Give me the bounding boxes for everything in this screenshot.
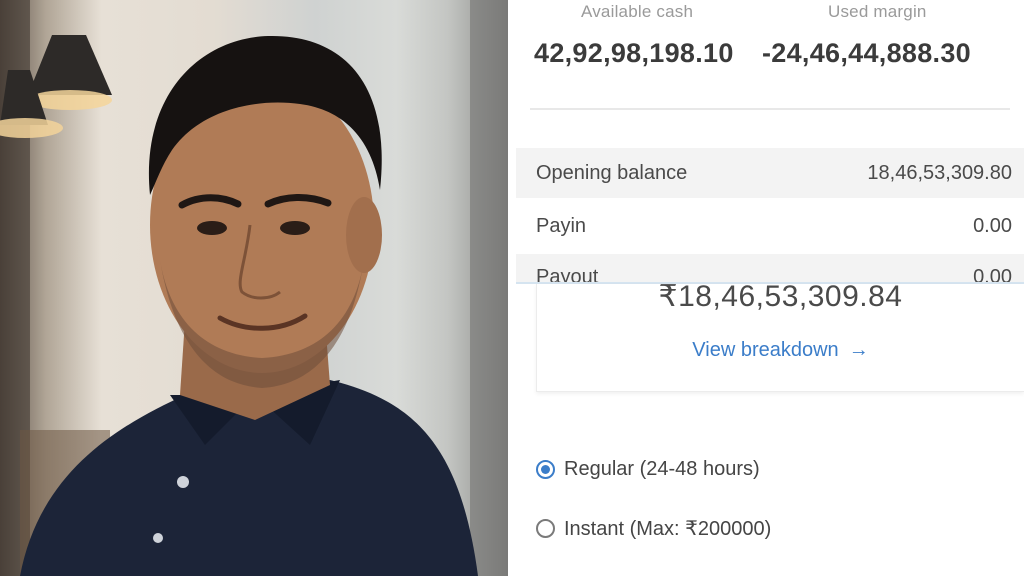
eye-left: [197, 221, 227, 235]
withdrawal-mode-regular[interactable]: Regular (24-48 hours): [536, 458, 760, 481]
available-cash-value: 42,92,98,198.10: [534, 38, 734, 68]
withdrawal-mode-label: Instant (Max: ₹200000): [564, 518, 772, 540]
section-divider: [530, 108, 1010, 110]
withdrawable-amount: ₹18,46,53,309.84: [658, 280, 903, 313]
view-breakdown-link[interactable]: View breakdown →: [537, 339, 1024, 362]
withdrawal-mode-label: Regular (24-48 hours): [564, 458, 760, 480]
used-margin-value: -24,46,44,888.30: [762, 38, 971, 68]
funds-screen: Available cash 42,92,98,198.10 Used marg…: [508, 0, 1024, 576]
radio-selected-icon[interactable]: [536, 460, 555, 479]
shirt-button: [153, 533, 163, 543]
pendant-lamp-shade: [28, 35, 112, 95]
used-margin-label: Used margin: [828, 2, 927, 21]
eye-right: [280, 221, 310, 235]
pendant-lamp-glow-2: [0, 118, 63, 138]
ledger-label: Opening balance: [536, 161, 688, 184]
ledger-value: 18,46,53,309.80: [867, 161, 1012, 184]
ledger-row-payin: Payin 0.00: [516, 201, 1024, 251]
portrait-illustration: [0, 0, 508, 576]
available-cash-label: Available cash: [581, 2, 694, 21]
ledger-value: 0.00: [973, 214, 1012, 237]
view-breakdown-label[interactable]: View breakdown: [692, 339, 838, 361]
shirt-button: [177, 476, 189, 488]
radio-unselected-icon[interactable]: [536, 519, 555, 538]
ledger-row-opening-balance: Opening balance 18,46,53,309.80: [516, 148, 1024, 198]
withdrawable-balance-card: ₹18,46,53,309.84 View breakdown →: [536, 280, 1024, 392]
withdrawal-mode-instant[interactable]: Instant (Max: ₹200000): [536, 516, 771, 541]
portrait-photo: [0, 0, 508, 576]
ear: [346, 197, 382, 273]
ledger-label: Payin: [536, 214, 587, 237]
background-dark-strip: [470, 0, 508, 576]
arrow-right-icon: →: [848, 339, 869, 361]
